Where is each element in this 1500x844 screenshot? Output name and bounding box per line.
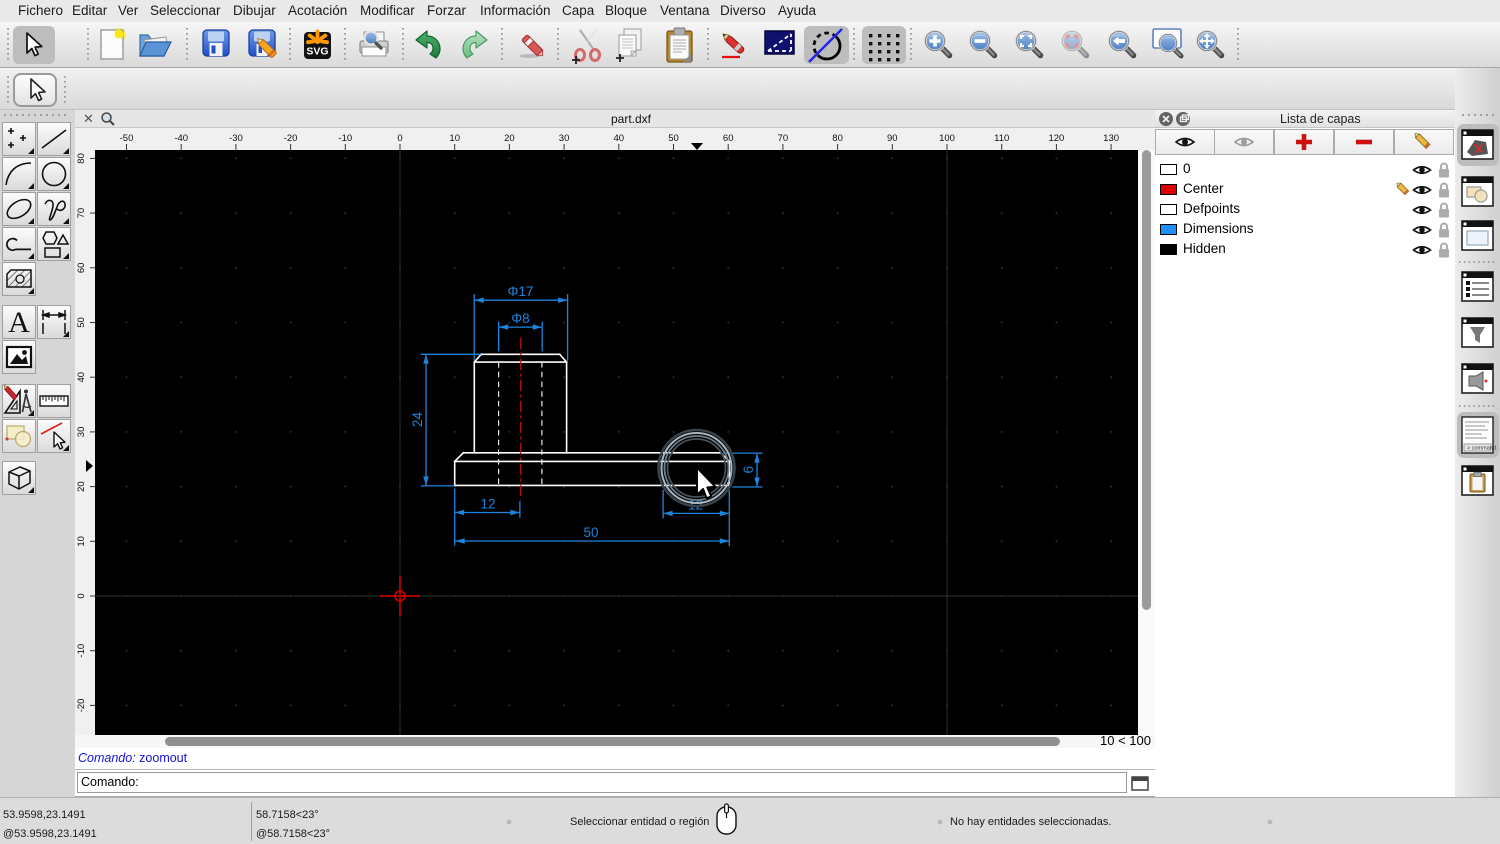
svg-text:40: 40 <box>76 372 87 383</box>
svg-text:90: 90 <box>887 133 898 144</box>
svg-text:70: 70 <box>76 208 87 219</box>
svg-text:50: 50 <box>76 317 87 328</box>
svg-text:12: 12 <box>480 497 495 512</box>
svg-text:-30: -30 <box>229 133 243 144</box>
svg-text:Φ17: Φ17 <box>508 284 534 299</box>
svg-text:SVG: SVG <box>306 46 328 58</box>
svg-text:80: 80 <box>76 153 87 164</box>
svg-text:-50: -50 <box>120 133 134 144</box>
svg-text:120: 120 <box>1048 133 1064 144</box>
svg-text:10: 10 <box>449 133 460 144</box>
svg-text:-20: -20 <box>284 133 298 144</box>
svg-text:40: 40 <box>614 133 625 144</box>
svg-text:0: 0 <box>76 593 87 598</box>
svg-text:A: A <box>8 306 30 338</box>
svg-text:60: 60 <box>723 133 734 144</box>
svg-text:6: 6 <box>741 466 756 474</box>
svg-text:130: 130 <box>1103 133 1119 144</box>
svg-text:-40: -40 <box>174 133 188 144</box>
svg-text:80: 80 <box>832 133 843 144</box>
svg-text:0: 0 <box>397 133 402 144</box>
svg-text:24: 24 <box>410 412 425 428</box>
svg-text:-10: -10 <box>76 644 87 658</box>
svg-text:-10: -10 <box>338 133 352 144</box>
svg-text:70: 70 <box>778 133 789 144</box>
svg-text:20: 20 <box>504 133 515 144</box>
svg-text:100: 100 <box>939 133 955 144</box>
svg-text:30: 30 <box>559 133 570 144</box>
svg-text:10: 10 <box>76 536 87 547</box>
svg-text:-20: -20 <box>76 699 87 713</box>
svg-text:20: 20 <box>76 481 87 492</box>
svg-text:30: 30 <box>76 427 87 438</box>
svg-text:50: 50 <box>668 133 679 144</box>
svg-text:60: 60 <box>76 263 87 274</box>
svg-text:110: 110 <box>994 133 1009 144</box>
svg-text:> command: > command <box>1467 446 1496 452</box>
svg-text:50: 50 <box>583 525 598 540</box>
svg-text:Φ8: Φ8 <box>511 311 529 326</box>
